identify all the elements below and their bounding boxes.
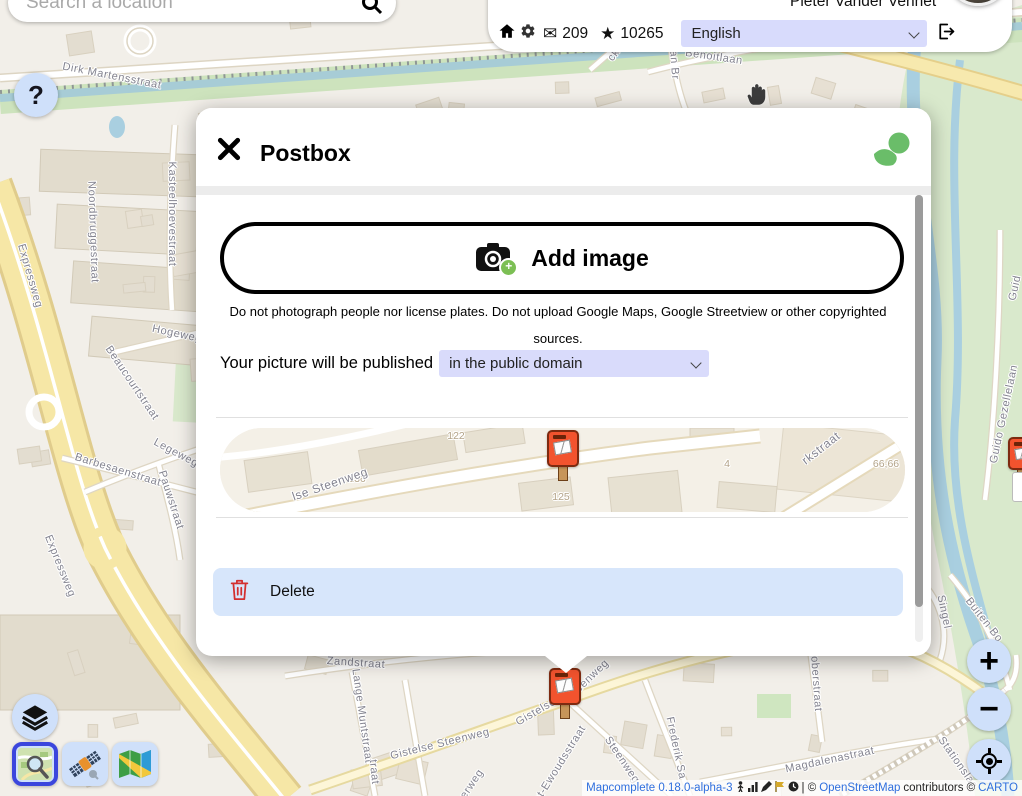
minus-icon: − [979,689,999,729]
add-image-button[interactable]: + Add image [220,222,904,294]
stats-icon [748,782,758,795]
map-style-map-button[interactable] [112,742,158,786]
image-disclaimer: Do not photograph people nor license pla… [226,298,890,352]
carto-link[interactable]: CARTO [978,782,1018,794]
home-icon[interactable] [498,22,516,45]
language-selected: English [691,25,740,42]
search-bar[interactable] [8,0,396,22]
clock-icon [788,781,799,795]
mapcomplete-version-link[interactable]: Mapcomplete 0.18.0-alpha-3 [586,782,732,794]
license-selected: in the public domain [449,355,582,372]
avatar[interactable] [946,0,1010,6]
attribution-bar: Mapcomplete 0.18.0-alpha-3 | © OpenStree… [582,780,1022,796]
language-select[interactable]: English [681,20,927,47]
delete-label: Delete [270,583,315,601]
layers-icon [21,703,49,731]
map-style-osm-button[interactable] [12,742,58,786]
separator: | © [802,782,817,794]
license-select[interactable]: in the public domain [439,350,709,377]
marker-popup-fragment [1012,472,1022,502]
dialog-title: Postbox [260,140,351,167]
changeset-count: 10265 [620,25,663,43]
dialog-header: Postbox [196,108,931,195]
messages-icon[interactable]: ✉ [543,24,557,44]
postbox-body [549,668,581,705]
map-style-satellite-button[interactable] [62,742,108,786]
gear-icon[interactable] [520,23,536,44]
geolocate-button[interactable] [967,739,1011,783]
license-row: Your picture will be published in the pu… [220,350,709,377]
divider [216,417,908,418]
street-label: 125 [552,491,570,503]
user-panel: Pieter Vander Vennet ✉ 209 ★ 10265 Engli… [488,0,1012,52]
postbox-minimap-marker [547,430,579,481]
osm-carto-icon [18,748,52,780]
logout-icon[interactable] [935,21,956,47]
pencil-icon [761,781,772,795]
license-prefix: Your picture will be published [220,354,433,373]
postbox-dialog: Postbox + Add image Do not photograph pe… [196,108,931,656]
layers-button[interactable] [12,694,58,740]
scrollbar-thumb[interactable] [915,195,923,607]
postbox-leg [560,704,570,719]
search-icon[interactable] [360,0,384,21]
geolocate-icon [977,749,1001,773]
postbox-map-marker[interactable] [549,668,581,719]
satellite-icon [67,747,103,781]
chevron-down-icon [690,357,701,368]
contributors-text: contributors © [903,782,975,794]
user-stats-row: ✉ 209 ★ 10265 English [498,20,956,47]
osm-link[interactable]: OpenStreetMap [819,782,900,794]
username: Pieter Vander Vennet [790,0,936,11]
street-label: 122 [447,430,465,442]
messages-count: 209 [562,25,588,43]
chevron-down-icon [909,27,920,38]
help-button[interactable]: ? [14,73,58,117]
mapcomplete-logo-icon [872,130,912,173]
help-label: ? [28,80,44,111]
search-input[interactable] [24,0,360,15]
person-icon [736,781,745,795]
street-label: 66;66 [873,458,899,470]
zoom-in-button[interactable]: + [967,639,1011,683]
feature-minimap[interactable]: 122136125466;66rkstraatlse Steenweg [220,428,905,512]
divider [216,517,908,518]
camera-plus-icon: + [475,242,515,274]
star-icon: ★ [600,24,615,44]
close-icon[interactable] [216,136,242,162]
street-label: 4 [724,458,730,470]
dialog-scrollbar[interactable] [915,195,923,642]
plus-badge-icon: + [499,258,518,277]
mapcomplete-app: Dirk MartensstraatcklaanJan BrBenoitlaan… [0,0,1022,796]
delete-button[interactable]: Delete [213,568,903,616]
folded-map-icon [117,748,153,780]
trash-icon [229,578,250,606]
plus-icon: + [979,641,999,681]
add-image-label: Add image [531,245,649,272]
flag-icon [775,781,785,795]
zoom-out-button[interactable]: − [967,687,1011,731]
